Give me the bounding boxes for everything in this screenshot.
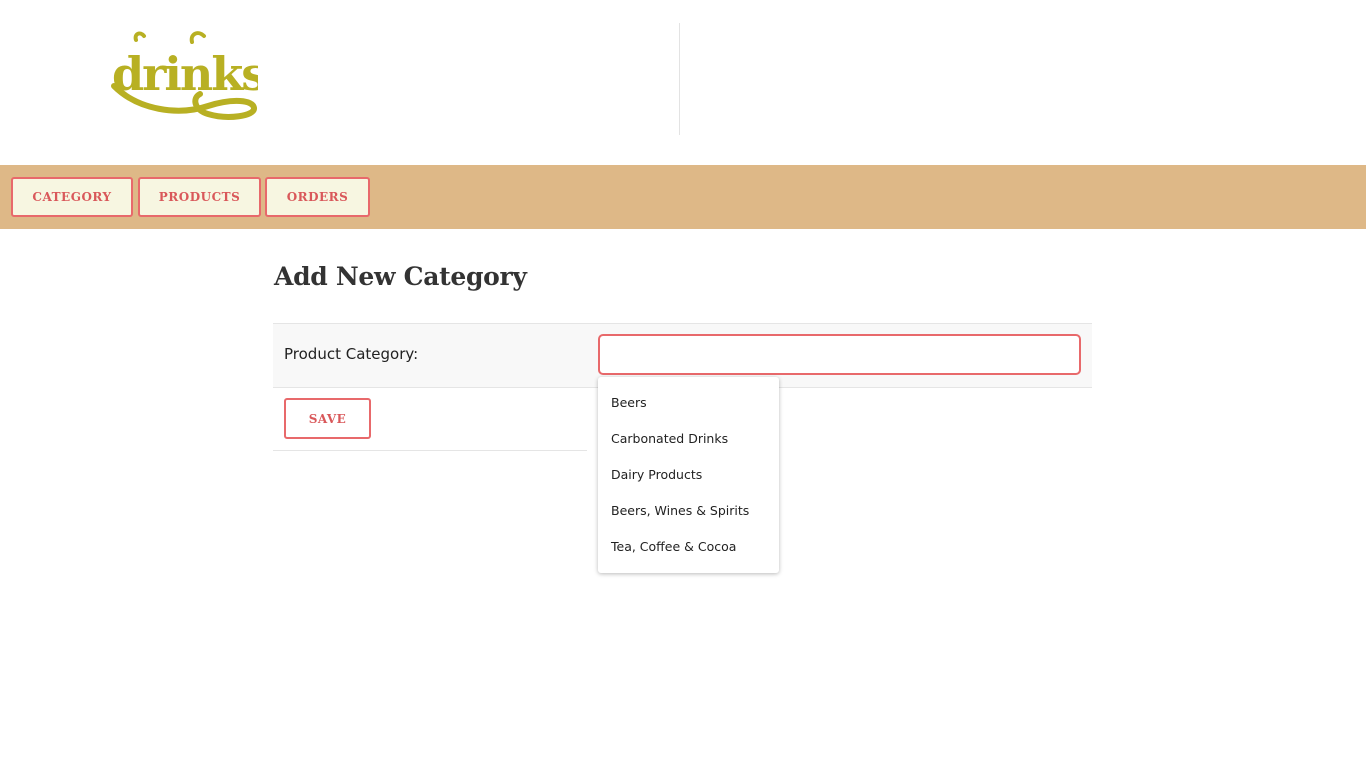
nav-products-button[interactable]: PRODUCTS xyxy=(138,177,261,217)
nav-orders-button[interactable]: ORDERS xyxy=(265,177,370,217)
drinks-logo[interactable]: drinks xyxy=(108,28,258,120)
svg-text:drinks: drinks xyxy=(112,47,258,101)
save-row: SAVE xyxy=(273,387,587,451)
product-category-label: Product Category: xyxy=(284,345,419,363)
main-nav: CATEGORY PRODUCTS ORDERS xyxy=(0,165,1366,229)
suggestion-item[interactable]: Tea, Coffee & Cocoa xyxy=(598,529,779,565)
suggestion-item[interactable]: Dairy Products xyxy=(598,457,779,493)
site-header: drinks xyxy=(0,0,1366,165)
page-title: Add New Category xyxy=(274,262,527,291)
nav-category-button[interactable]: CATEGORY xyxy=(11,177,133,217)
save-button[interactable]: SAVE xyxy=(284,398,371,439)
suggestion-item[interactable]: Beers, Wines & Spirits xyxy=(598,493,779,529)
product-category-input[interactable] xyxy=(598,334,1081,375)
suggestion-item[interactable]: Beers xyxy=(598,385,779,421)
header-divider xyxy=(679,23,680,135)
category-suggestions-dropdown: Beers Carbonated Drinks Dairy Products B… xyxy=(598,377,779,573)
suggestion-item[interactable]: Carbonated Drinks xyxy=(598,421,779,457)
